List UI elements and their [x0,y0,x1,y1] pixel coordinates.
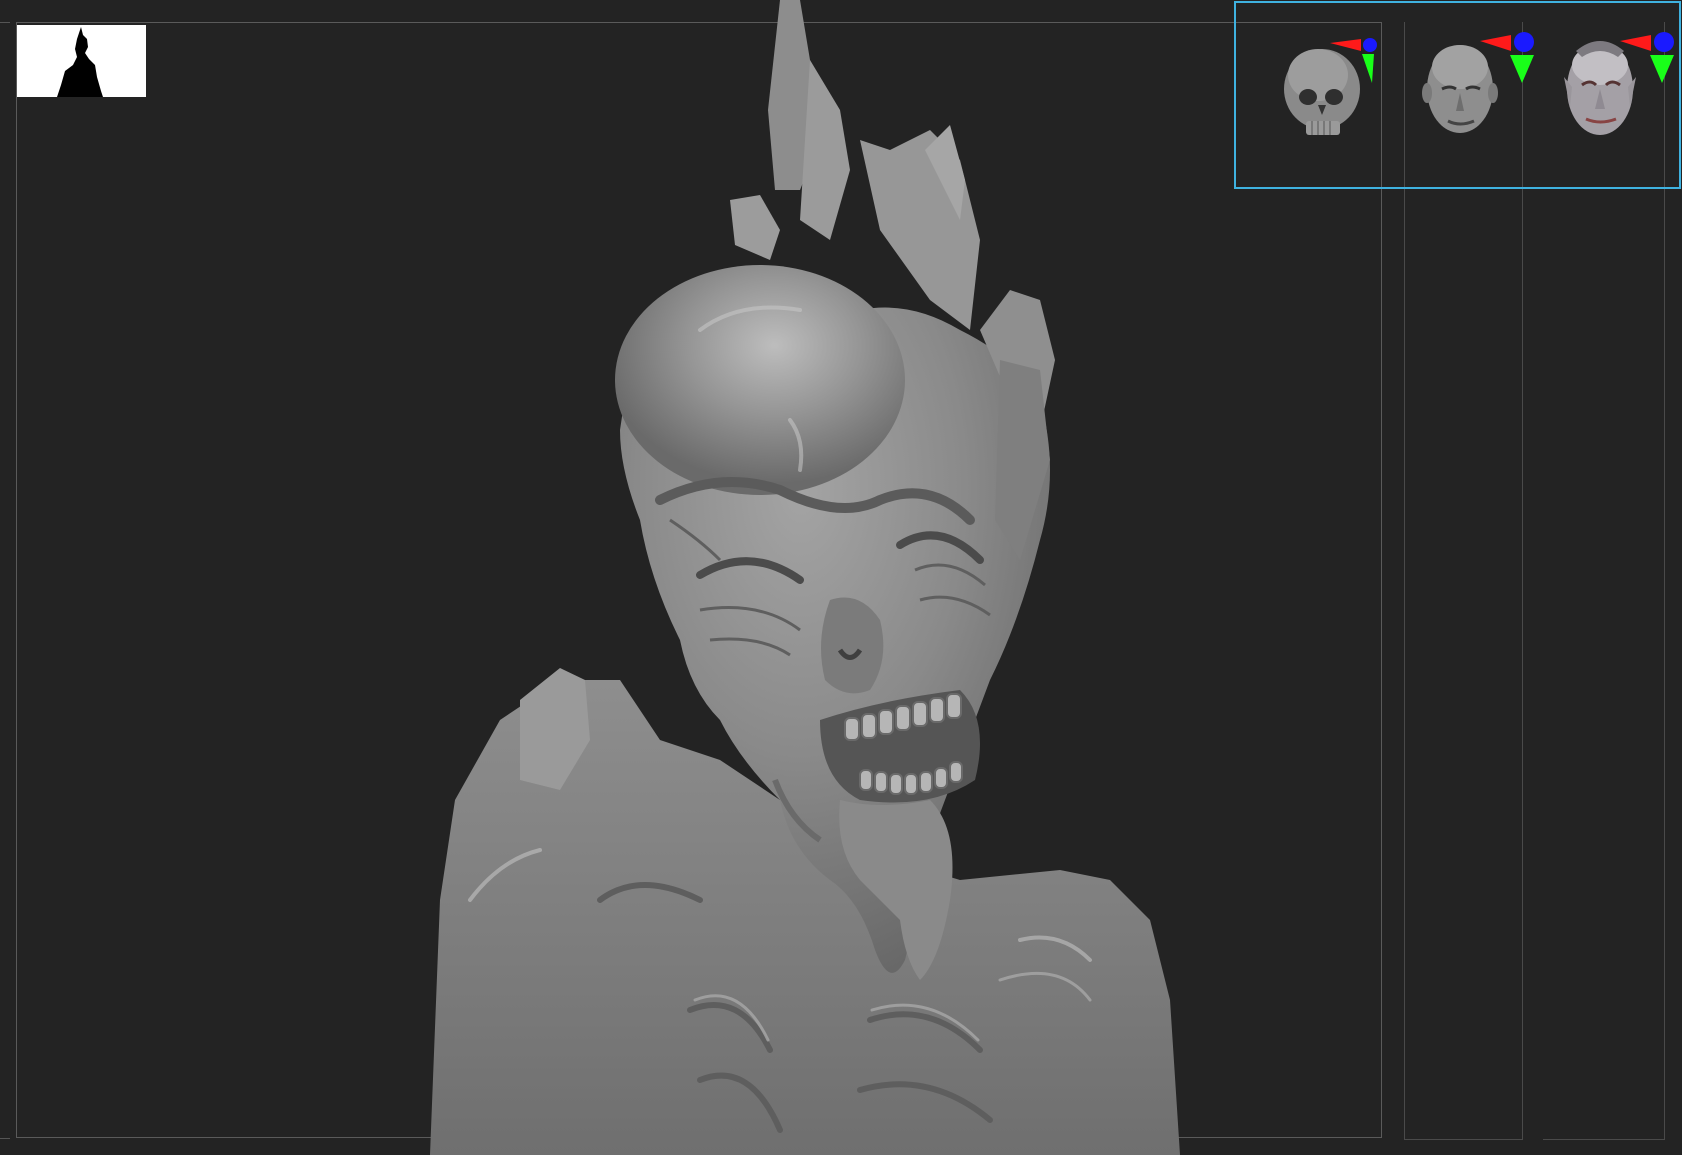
aged-face-head-thumbnail-icon [1422,32,1534,133]
divider-line [1664,22,1665,1140]
sculpt-model[interactable] [0,0,1382,1155]
skull-head-thumbnail-icon [1284,38,1377,135]
vampire-face-head-thumbnail-icon [1564,32,1674,135]
document-viewport[interactable] [0,0,1682,1155]
divider-line [1543,1139,1664,1140]
spotlight-item-vampire-face[interactable] [1558,27,1676,157]
divider-line [1522,22,1523,1140]
spotlight-item-skull[interactable] [1278,27,1396,157]
spotlight-item-aged-face[interactable] [1418,27,1536,157]
divider-line [1404,1139,1522,1140]
divider-line [1404,22,1405,1140]
silhouette-icon [57,27,103,97]
navigator-thumbnail[interactable] [17,25,146,97]
model-cranium [615,265,905,495]
spotlight-panel[interactable] [1234,1,1681,189]
